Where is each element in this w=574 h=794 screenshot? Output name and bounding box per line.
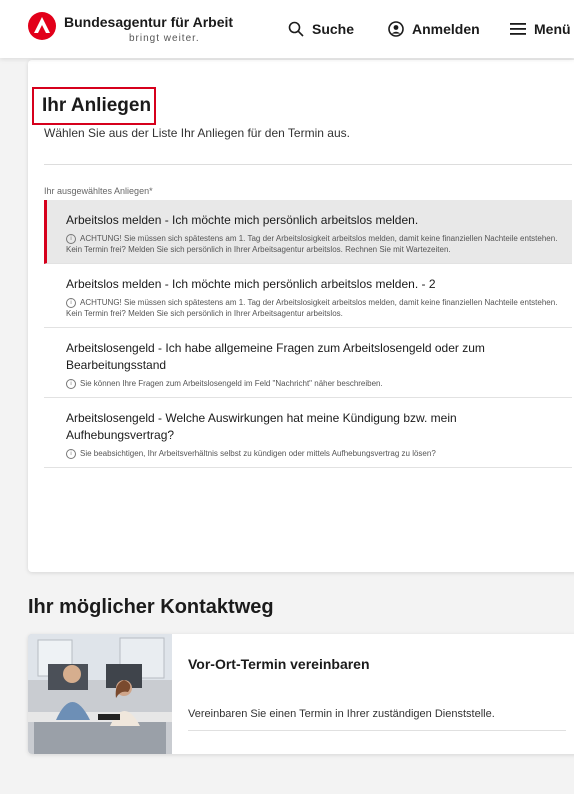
option-note: i ACHTUNG! Sie müssen sich spätestens am …: [66, 233, 560, 255]
ba-logo-icon[interactable]: [28, 12, 56, 40]
search-icon: [288, 21, 304, 37]
site-header: Bundesagentur für Arbeit bringt weiter. …: [0, 0, 574, 58]
option-note-text: Sie beabsichtigen, Ihr Arbeitsverhältnis…: [80, 449, 436, 458]
anliegen-list[interactable]: Arbeitslos melden - Ich möchte mich pers…: [44, 200, 572, 522]
divider: [44, 164, 572, 165]
option-note-text: ACHTUNG! Sie müssen sich spätestens am 1…: [66, 298, 558, 318]
option-note-text: ACHTUNG! Sie müssen sich spätestens am 1…: [66, 234, 558, 254]
contact-heading: Ihr möglicher Kontaktweg: [28, 596, 274, 618]
menu-icon: [510, 23, 526, 35]
contact-option-desc: Vereinbaren Sie einen Termin in Ihrer zu…: [188, 708, 495, 720]
anliegen-option[interactable]: Arbeitslosengeld - Welche Auswirkungen h…: [44, 398, 572, 468]
section-title: Ihr Anliegen: [32, 87, 156, 125]
anliegen-option[interactable]: Arbeitslosengeld - Ich habe allgemeine F…: [44, 328, 572, 398]
menu-label: Menü: [534, 21, 571, 37]
list-label: Ihr ausgewähltes Anliegen*: [44, 186, 153, 196]
option-title: Arbeitslosengeld - Ich habe allgemeine F…: [66, 341, 485, 372]
option-note: i ACHTUNG! Sie müssen sich spätestens am …: [66, 297, 560, 319]
contact-option-card[interactable]: Vor-Ort-Termin vereinbaren Vereinbaren S…: [28, 634, 574, 754]
login-button[interactable]: Anmelden: [388, 18, 480, 40]
divider: [188, 730, 566, 731]
info-icon: i: [66, 448, 76, 459]
search-button[interactable]: Suche: [288, 18, 354, 40]
option-note-text: Sie können Ihre Fragen zum Arbeitsloseng…: [80, 379, 383, 388]
section-intro: Wählen Sie aus der Liste Ihr Anliegen fü…: [44, 126, 350, 140]
login-label: Anmelden: [412, 21, 480, 37]
contact-option-title: Vor-Ort-Termin vereinbaren: [188, 656, 370, 672]
search-label: Suche: [312, 21, 355, 37]
option-note: i Sie beabsichtigen, Ihr Arbeitsverhältni…: [66, 448, 560, 459]
info-icon: i: [66, 297, 76, 308]
option-title: Arbeitslos melden - Ich möchte mich pers…: [66, 213, 419, 227]
office-photo: [28, 634, 172, 754]
anliegen-card: Ihr Anliegen Wählen Sie aus der Liste Ih…: [28, 60, 574, 572]
menu-button[interactable]: Menü: [510, 18, 571, 40]
info-icon: i: [66, 233, 76, 244]
user-icon: [388, 21, 404, 37]
brand-tagline: bringt weiter.: [129, 33, 200, 44]
anliegen-option[interactable]: Arbeitslos melden - Ich möchte mich pers…: [44, 200, 572, 264]
option-title: Arbeitslosengeld - Welche Auswirkungen h…: [66, 411, 457, 442]
option-note: i Sie können Ihre Fragen zum Arbeitslosen…: [66, 378, 560, 389]
option-title: Arbeitslos melden - Ich möchte mich pers…: [66, 277, 436, 291]
anliegen-option[interactable]: Arbeitslos melden - Ich möchte mich pers…: [44, 264, 572, 328]
info-icon: i: [66, 378, 76, 389]
brand-name[interactable]: Bundesagentur für Arbeit: [64, 14, 233, 30]
